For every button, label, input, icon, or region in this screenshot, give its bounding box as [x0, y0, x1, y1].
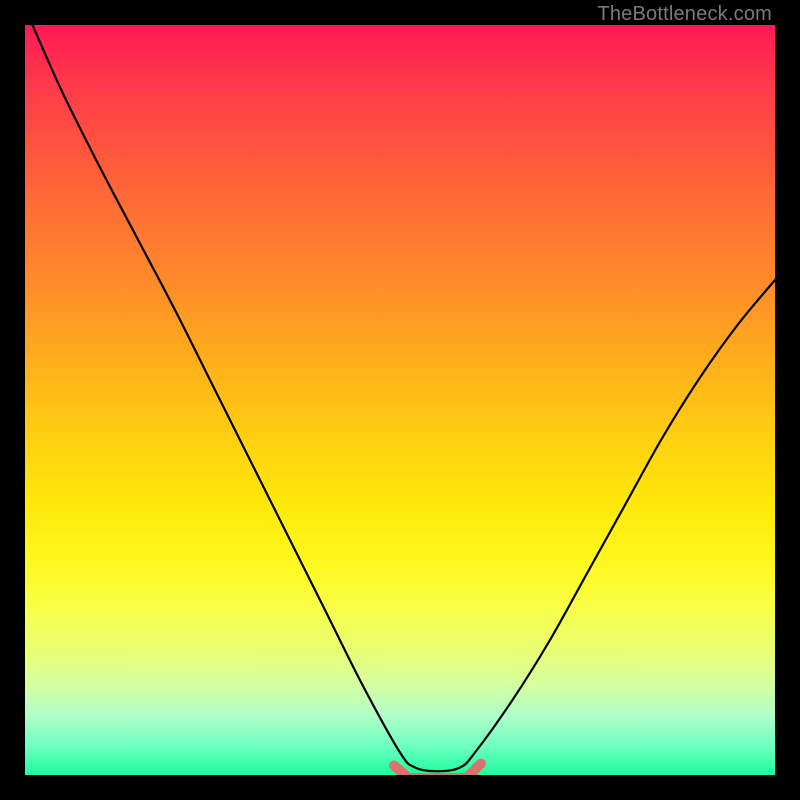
- chart-svg: [25, 25, 775, 775]
- watermark-text: TheBottleneck.com: [597, 3, 772, 26]
- bottleneck-curve: [33, 25, 776, 771]
- plot-area: [25, 25, 775, 775]
- chart-frame: TheBottleneck.com: [0, 0, 800, 800]
- flat-marker-right: [467, 764, 481, 776]
